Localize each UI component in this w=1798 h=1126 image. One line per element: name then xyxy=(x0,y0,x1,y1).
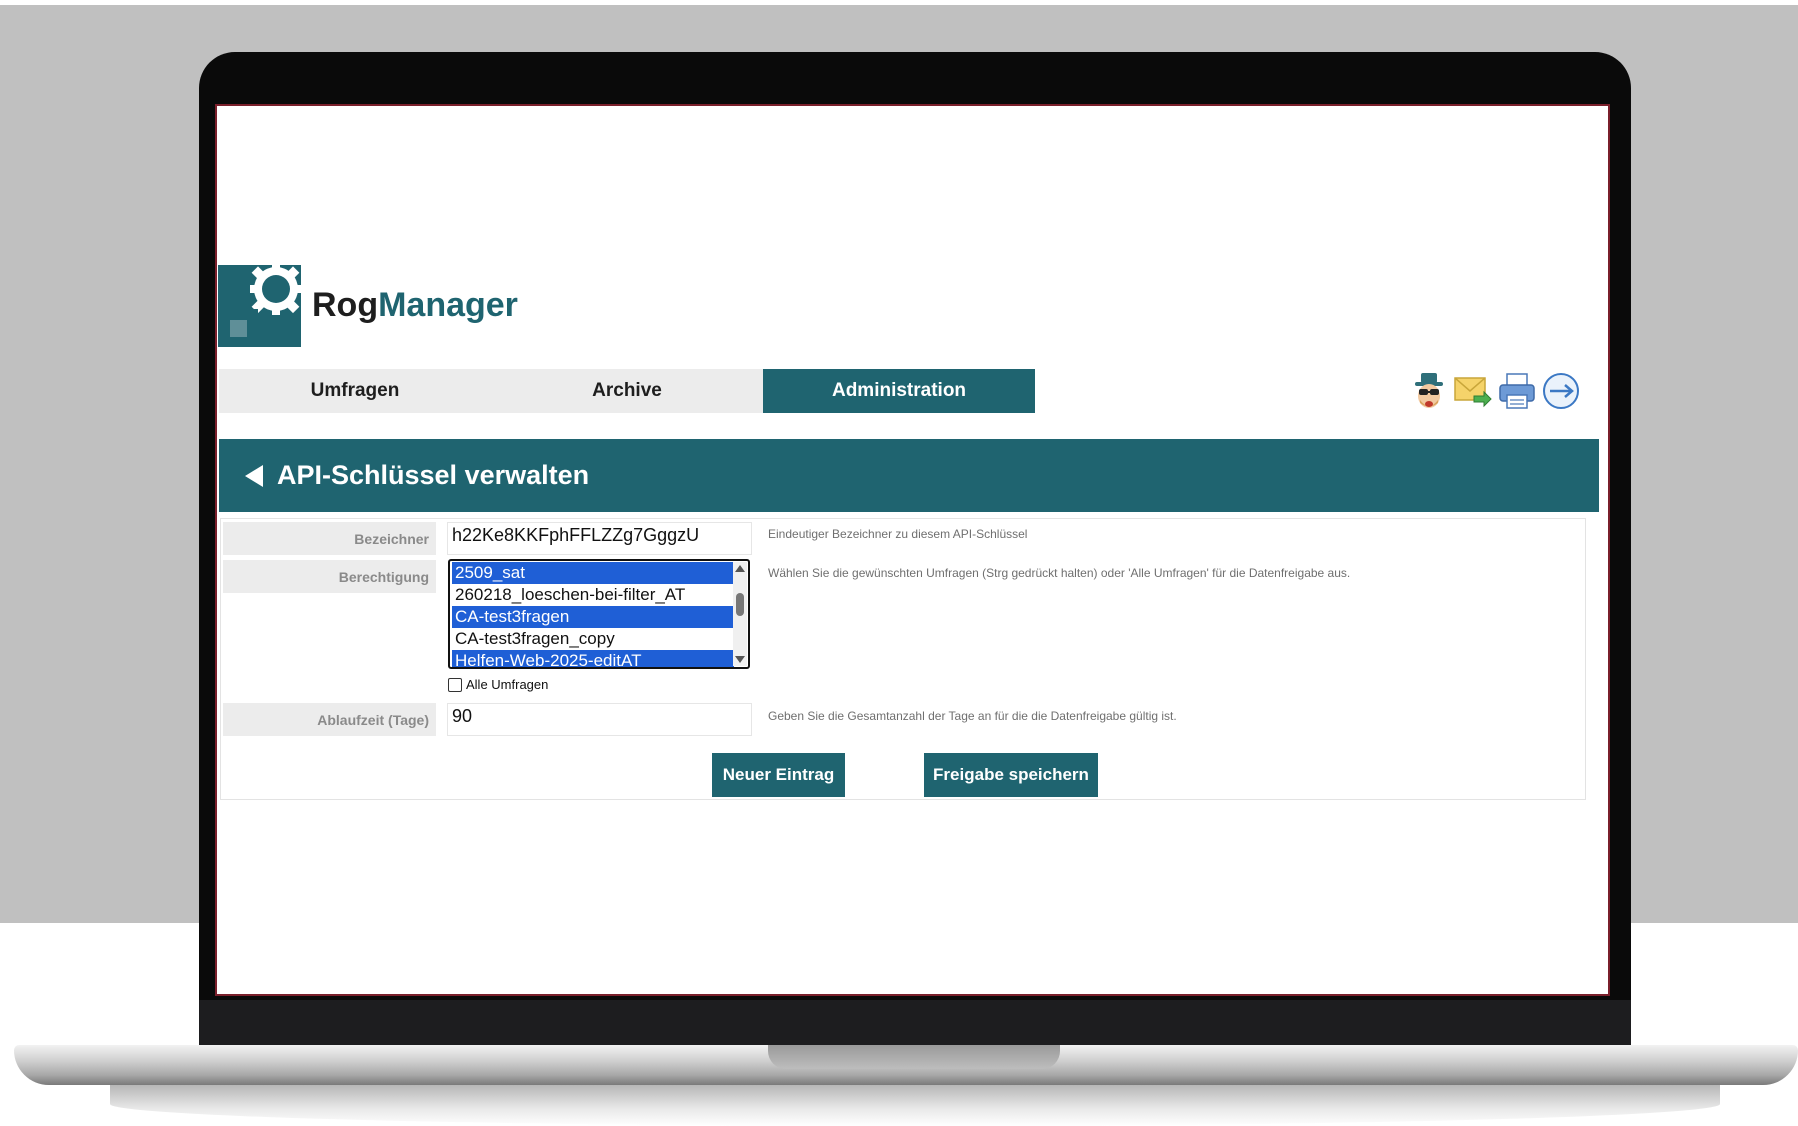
page-header: API-Schlüssel verwalten xyxy=(219,439,1599,512)
bezeichner-label: Bezeichner xyxy=(223,522,436,555)
logout-arrow-icon[interactable] xyxy=(1542,371,1580,411)
laptop-notch xyxy=(768,1045,1060,1069)
incognito-agent-icon[interactable] xyxy=(1410,371,1448,411)
alle-umfragen-label: Alle Umfragen xyxy=(466,677,549,692)
tab-administration[interactable]: Administration xyxy=(763,369,1035,413)
list-item[interactable]: Helfen-Web-2025-editAT xyxy=(452,650,734,667)
bezeichner-hint: Eindeutiger Bezeichner zu diesem API-Sch… xyxy=(768,527,1028,541)
brand-name-part1: Rog xyxy=(312,286,379,324)
scroll-thumb[interactable] xyxy=(736,593,744,616)
laptop-chin xyxy=(199,1000,1631,1047)
tab-umfragen[interactable]: Umfragen xyxy=(219,369,491,413)
printer-icon[interactable] xyxy=(1498,371,1536,411)
list-item[interactable]: 260218_loeschen-bei-filter_AT xyxy=(452,584,734,606)
toolbar-icons xyxy=(1410,371,1580,411)
mail-forward-icon[interactable] xyxy=(1454,371,1492,411)
scroll-up-icon[interactable] xyxy=(735,565,745,572)
brand-name-part2: Manager xyxy=(378,286,518,324)
tab-archive[interactable]: Archive xyxy=(491,369,763,413)
new-entry-button[interactable]: Neuer Eintrag xyxy=(712,753,845,797)
ablaufzeit-input[interactable]: 90 xyxy=(447,703,752,736)
page-title: API-Schlüssel verwalten xyxy=(277,460,590,490)
alle-umfragen-option: Alle Umfragen xyxy=(448,677,548,692)
listbox-scrollbar[interactable] xyxy=(733,562,747,666)
list-item[interactable]: CA-test3fragen_copy xyxy=(452,628,734,650)
main-nav: Umfragen Archive Administration xyxy=(219,369,1035,413)
ablaufzeit-hint: Geben Sie die Gesamtanzahl der Tage an f… xyxy=(768,709,1177,723)
app-screen: RogManager Umfragen Archive Administrati… xyxy=(215,104,1610,996)
save-share-button[interactable]: Freigabe speichern xyxy=(924,753,1098,797)
rogmanager-logo-icon xyxy=(218,265,301,347)
berechtigung-hint: Wählen Sie die gewünschten Umfragen (Str… xyxy=(768,566,1351,580)
back-arrow-icon[interactable] xyxy=(245,464,263,487)
bezeichner-input[interactable]: h22Ke8KKFphFFLZZg7GggzU xyxy=(447,522,752,555)
berechtigung-multiselect[interactable]: 2509_sat 260218_loeschen-bei-filter_AT C… xyxy=(448,559,750,669)
scroll-down-icon[interactable] xyxy=(735,656,745,663)
api-key-form: Bezeichner h22Ke8KKFphFFLZZg7GggzU Einde… xyxy=(220,518,1586,800)
list-item[interactable]: CA-test3fragen xyxy=(452,606,734,628)
laptop-shadow xyxy=(110,1082,1720,1126)
list-item[interactable]: 2509_sat xyxy=(452,562,734,584)
alle-umfragen-checkbox[interactable] xyxy=(448,677,462,692)
brand-name: RogManager xyxy=(312,286,518,325)
ablaufzeit-label: Ablaufzeit (Tage) xyxy=(223,703,436,736)
berechtigung-label: Berechtigung xyxy=(223,560,436,593)
